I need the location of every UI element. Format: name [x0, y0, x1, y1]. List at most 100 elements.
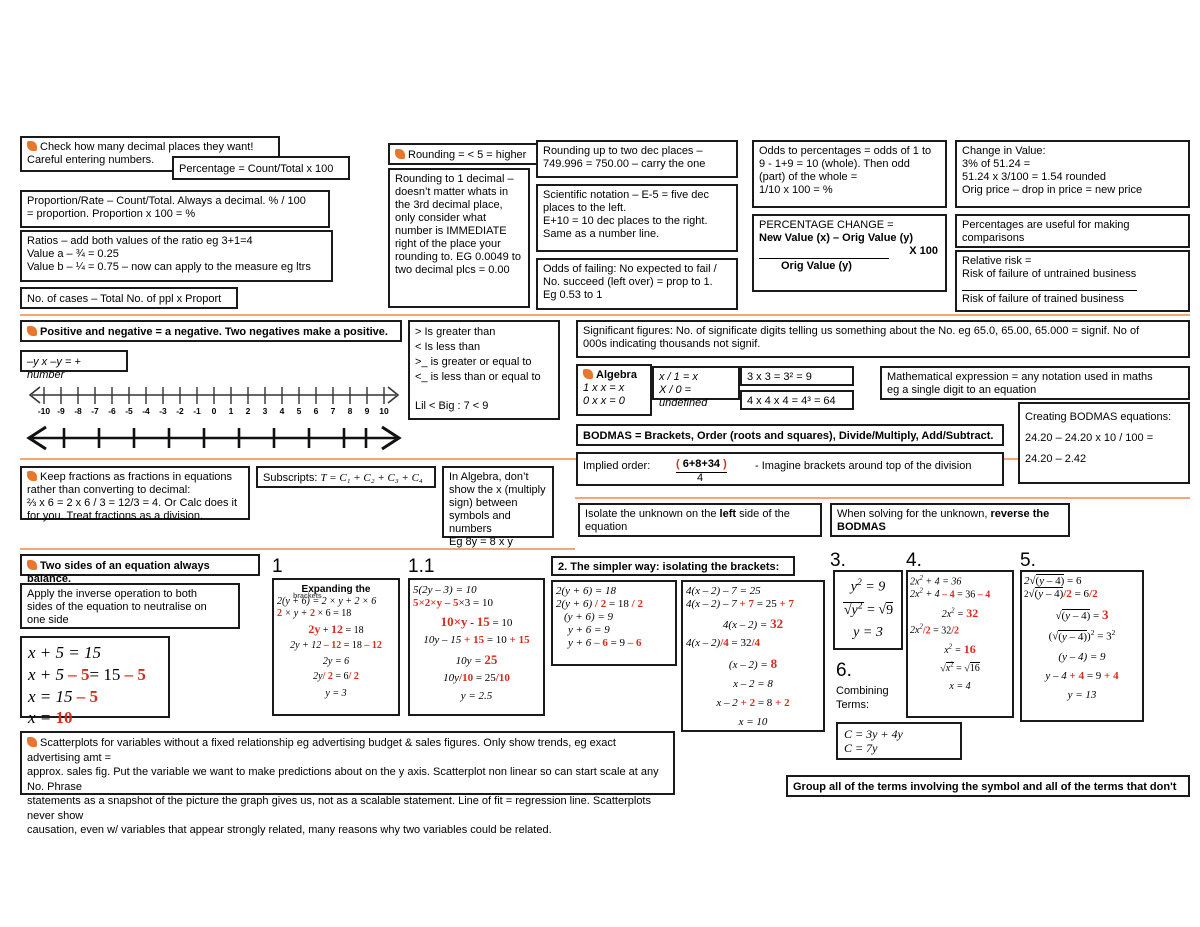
- rounding-rule-box: Rounding = < 5 = higher: [388, 143, 548, 165]
- number-line-tick-5: 5: [296, 406, 302, 416]
- powers-square-box: 3 x 3 = 3² = 9: [740, 366, 854, 386]
- step-1-1-box: 5(2y – 3) = 10 5×2×y – 5×3 = 10 10×y - 1…: [408, 578, 545, 716]
- step-4-box: 2x2 + 4 = 36 2x2 + 4 – 4 = 36 – 4 2x2 = …: [906, 570, 1014, 718]
- step-4-line-3: 2x2 = 32: [941, 606, 979, 621]
- percentage-change-numerator: New Value (x) – Orig Value (y): [759, 231, 914, 244]
- implied-order-numerator: ( 6+8+34 ): [676, 458, 727, 473]
- step-4-line-6: √x2 = √16: [940, 661, 980, 675]
- orange-bullet-icon: [27, 326, 37, 336]
- step-5-line-2: 2√(y – 4)/2 = 6/2: [1024, 586, 1098, 600]
- relative-risk-box: Relative risk = Risk of failure of untra…: [955, 250, 1190, 312]
- negative-formula-box: –y x –y = + number: [20, 350, 128, 381]
- equation-balance-box: Two sides of an equation always balance.: [20, 554, 260, 585]
- change-in-value-box: Change in Value: 3% of 51.24 = 51.24 x 3…: [955, 140, 1190, 208]
- isolate-unknown-box: Isolate the unknown on the left side of …: [578, 503, 822, 537]
- step-3-number: 3.: [830, 550, 846, 571]
- step-6-label: Combining Terms:: [836, 685, 889, 712]
- step-2-title-box: 2. The simpler way: isolating the bracke…: [551, 556, 795, 576]
- divider-4: [575, 497, 1190, 499]
- proportion-rate-box: Proportion/Rate – Count/Total. Always a …: [20, 190, 330, 228]
- scientific-notation-box: Scientific notation – E-5 = five dec pla…: [536, 184, 738, 252]
- orange-bullet-icon: [583, 369, 593, 379]
- step-2b-box: 4(x – 2) – 7 = 25 4(x – 2) – 7 + 7 = 25 …: [681, 580, 825, 732]
- step-3-line-2: √y2 = √9: [842, 601, 894, 618]
- step-5-line-5: (y – 4) = 9: [1058, 650, 1106, 663]
- step-5-line-7: y = 13: [1067, 689, 1097, 702]
- step-3-line-1: y2 = 9: [850, 578, 886, 595]
- number-line-tick-10: 10: [379, 406, 389, 416]
- keep-fractions-box: Keep fractions as fractions in equations…: [20, 466, 250, 522]
- no-of-cases-box: No. of cases – Total No. of ppl x Propor…: [20, 287, 238, 309]
- number-line-tick-7: 7: [330, 406, 336, 416]
- orange-bullet-icon: [27, 141, 37, 151]
- percentages-useful-box: Percentages are useful for making compar…: [955, 214, 1190, 248]
- orange-bullet-icon: [27, 471, 37, 481]
- bodmas-box: BODMAS = Brackets, Order (roots and squa…: [576, 424, 1004, 446]
- step-6-box: C = 3y + 4y C = 7y: [836, 722, 962, 760]
- number-line-tick--9: -9: [57, 406, 65, 416]
- positive-negative-box: Positive and negative = a negative. Two …: [20, 320, 402, 342]
- creating-bodmas-box: Creating BODMAS equations: 24.20 – 24.20…: [1018, 402, 1190, 484]
- orange-bullet-icon: [27, 737, 37, 747]
- implied-order-box: Implied order: ( 6+8+34 ) 4 - Imagine br…: [576, 452, 1004, 486]
- number-line-tick-1: 1: [228, 406, 234, 416]
- rounding-one-decimal-box: Rounding to 1 decimal – doesn’t matter w…: [388, 168, 530, 308]
- divider-1: [20, 314, 1190, 316]
- number-line-tick-3: 3: [262, 406, 268, 416]
- no-multiply-sign-box: In Algebra, don’t show the x (multiply s…: [442, 466, 554, 548]
- number-line-tick--3: -3: [159, 406, 167, 416]
- cheatsheet-canvas: Check how many decimal places they want!…: [0, 0, 1200, 927]
- inequalities-box: > Is greater than < Is less than >_ is g…: [408, 320, 560, 420]
- step-5-line-3: √(y – 4) = 3: [1055, 606, 1109, 622]
- algebra-division-box: x / 1 = x X / 0 = undefined: [652, 366, 740, 409]
- reverse-bodmas-box: When solving for the unknown, reverse th…: [830, 503, 1070, 537]
- number-line-labelled: -10 -9 -8 -7 -6 -5 -4 -3 -2 -1 0 1 2 3 4 5 6 7 8 9 10: [18, 382, 410, 422]
- step-1-1-number: 1.1: [408, 556, 435, 577]
- odds-of-failing-box: Odds of failing: No expected to fail / N…: [536, 258, 738, 310]
- number-line-tick--4: -4: [142, 406, 150, 416]
- number-line-tick-4: 4: [279, 406, 285, 416]
- step-5-line-6: y – 4 + 4 = 9 + 4: [1045, 669, 1119, 682]
- number-line-tick--10: -10: [37, 406, 51, 416]
- percentage-change-box: PERCENTAGE CHANGE = New Value (x) – Orig…: [752, 214, 947, 292]
- step-4-line-5: x2 = 16: [944, 642, 976, 657]
- powers-cube-box: 4 x 4 x 4 = 4³ = 64: [740, 390, 854, 410]
- ratios-box: Ratios – add both values of the ratio eg…: [20, 230, 333, 282]
- math-expression-box: Mathematical expression = any notation u…: [880, 366, 1190, 400]
- percentage-formula-box: Percentage = Count/Total x 100: [172, 156, 350, 180]
- orange-bullet-icon: [27, 560, 37, 570]
- subscripts-box: Subscripts: T = C₁ + C₂ + C₃ + C₄: [256, 466, 436, 488]
- number-line-tick--2: -2: [176, 406, 184, 416]
- number-line-tick-9: 9: [364, 406, 370, 416]
- step-4-line-4: 2x2/2 = 32/2: [910, 624, 960, 637]
- algebra-box: Algebra 1 x x = x 0 x x = 0: [576, 364, 652, 416]
- step-2-box: 2(y + 6) = 18 2(y + 6) / 2 = 18 / 2 (y +…: [551, 580, 677, 666]
- number-line-tick--5: -5: [125, 406, 133, 416]
- step-4-number: 4.: [906, 550, 922, 571]
- step-1-number: 1: [272, 556, 283, 577]
- number-line-tick--1: -1: [193, 406, 201, 416]
- step-5-line-4: (√(y – 4))2 = 32: [1048, 627, 1116, 643]
- group-terms-box: Group all of the terms involving the sym…: [786, 775, 1190, 797]
- scatterplots-box: Scatterplots for variables without a fix…: [20, 731, 675, 836]
- percentage-change-denominator: Orig Value (y): [781, 259, 852, 272]
- number-line-tick--7: -7: [91, 406, 99, 416]
- step-4-line-1: 2x2 + 4 = 36: [910, 575, 962, 588]
- step-4-line-2: 2x2 + 4 – 4 = 36 – 4: [910, 588, 991, 601]
- step-4-line-7: x = 4: [949, 681, 971, 693]
- step-5-box: 2√(y – 4) = 6 2√(y – 4)/2 = 6/2 √(y – 4)…: [1020, 570, 1144, 722]
- number-line-tick-0: 0: [211, 406, 217, 416]
- step-3-box: y2 = 9 √y2 = √9 y = 3: [833, 570, 903, 650]
- rounding-two-decimal-box: Rounding up to two dec places – 749.996 …: [536, 140, 738, 178]
- number-line-tick--8: -8: [74, 406, 82, 416]
- example-simple-equation-box: x + 5 = 15 x + 5 – 5= 15 – 5 x = 15 – 5 …: [20, 636, 170, 727]
- step-3-line-3: y = 3: [853, 625, 883, 641]
- orange-bullet-icon: [395, 149, 405, 159]
- step-6-number: 6.: [836, 660, 852, 681]
- number-line-tick-2: 2: [245, 406, 251, 416]
- number-line-tick--6: -6: [108, 406, 116, 416]
- step-1-box: Expanding the brackets 2(y + 6) = 2 × y …: [272, 578, 400, 716]
- percentage-change-multiplier: X 100: [909, 244, 938, 257]
- inverse-operation-box: Apply the inverse operation to both side…: [20, 583, 240, 629]
- step-5-number: 5.: [1020, 550, 1036, 571]
